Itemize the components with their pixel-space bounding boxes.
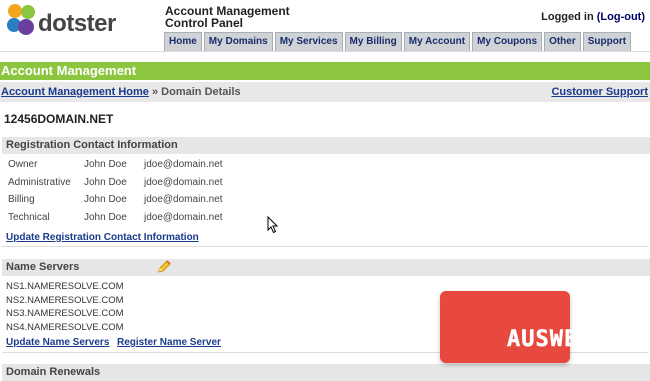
main-nav-tabs: Home My Domains My Services My Billing M… xyxy=(164,32,632,51)
header-divider xyxy=(0,51,650,52)
logged-in-text: Logged in xyxy=(541,11,594,23)
dotster-logo[interactable]: dotster xyxy=(4,2,116,40)
nameservers-section-heading: Name Servers xyxy=(2,259,650,276)
tab-home[interactable]: Home xyxy=(164,32,202,51)
tab-my-account[interactable]: My Account xyxy=(403,32,471,51)
nameserver-list: NS1.NAMERESOLVE.COM NS2.NAMERESOLVE.COM … xyxy=(6,280,124,334)
update-registration-contact-link[interactable]: Update Registration Contact Information xyxy=(6,232,199,243)
tab-support[interactable]: Support xyxy=(582,32,632,51)
contact-email: jdoe@domain.net xyxy=(144,211,223,223)
table-row: Administrative John Doe jdoe@domain.net xyxy=(8,174,223,192)
list-item: NS2.NAMERESOLVE.COM xyxy=(6,294,124,306)
list-item: NS4.NAMERESOLVE.COM xyxy=(6,321,124,333)
update-name-servers-link[interactable]: Update Name Servers xyxy=(6,337,109,348)
breadcrumb: Account Management Home » Domain Details… xyxy=(0,82,650,102)
renewals-section-heading: Domain Renewals xyxy=(2,364,650,381)
contact-name: John Doe xyxy=(84,159,127,171)
tab-my-services[interactable]: My Services xyxy=(274,32,343,51)
contact-name: John Doe xyxy=(84,176,127,188)
contact-role: Owner xyxy=(8,159,38,171)
mouse-cursor-icon xyxy=(267,216,279,234)
contact-role: Billing xyxy=(8,194,35,206)
logout-link[interactable]: (Log-out) xyxy=(597,11,645,23)
list-item: NS3.NAMERESOLVE.COM xyxy=(6,308,124,319)
dotster-logo-icon xyxy=(7,4,35,35)
contact-email: jdoe@domain.net xyxy=(144,176,223,188)
customer-support-link[interactable]: Customer Support xyxy=(551,82,648,102)
contact-role: Technical xyxy=(8,211,50,223)
page-banner: Account Management xyxy=(0,62,650,80)
tab-my-coupons[interactable]: My Coupons xyxy=(472,32,543,51)
brand-name: dotster xyxy=(38,10,116,37)
breadcrumb-current: Domain Details xyxy=(161,86,241,98)
table-row: Technical John Doe jdoe@domain.net xyxy=(8,209,223,227)
breadcrumb-trail: Account Management Home » Domain Details xyxy=(1,82,241,102)
domain-name-title: 12456DOMAIN.NET xyxy=(4,112,114,126)
tab-other[interactable]: Other xyxy=(544,32,581,51)
registration-section-heading: Registration Contact Information xyxy=(2,137,650,154)
contact-email: jdoe@domain.net xyxy=(144,159,223,171)
panel-title: Account Management Control Panel xyxy=(165,5,290,29)
ausweb-watermark-text: AUSWEB xyxy=(507,327,593,353)
section-divider xyxy=(2,246,648,247)
login-status: Logged in (Log-out) xyxy=(541,11,645,23)
tab-my-domains[interactable]: My Domains xyxy=(203,32,273,51)
contact-role: Administrative xyxy=(8,176,71,188)
contact-name: John Doe xyxy=(84,194,127,206)
tab-my-billing[interactable]: My Billing xyxy=(344,32,402,51)
register-name-server-link[interactable]: Register Name Server xyxy=(117,337,221,348)
table-row: Billing John Doe jdoe@domain.net xyxy=(8,191,223,209)
table-row: Owner John Doe jdoe@domain.net xyxy=(8,156,223,174)
contacts-table: Owner John Doe jdoe@domain.net Administr… xyxy=(8,156,223,226)
panel-title-line2: Control Panel xyxy=(165,16,244,30)
contact-name: John Doe xyxy=(84,211,127,223)
edit-pencil-icon[interactable] xyxy=(156,260,172,274)
list-item: NS1.NAMERESOLVE.COM xyxy=(6,281,124,292)
breadcrumb-home-link[interactable]: Account Management Home xyxy=(1,86,149,98)
contact-email: jdoe@domain.net xyxy=(144,194,223,206)
header: dotster Account Management Control Panel… xyxy=(0,0,650,52)
breadcrumb-separator: » xyxy=(151,86,159,98)
